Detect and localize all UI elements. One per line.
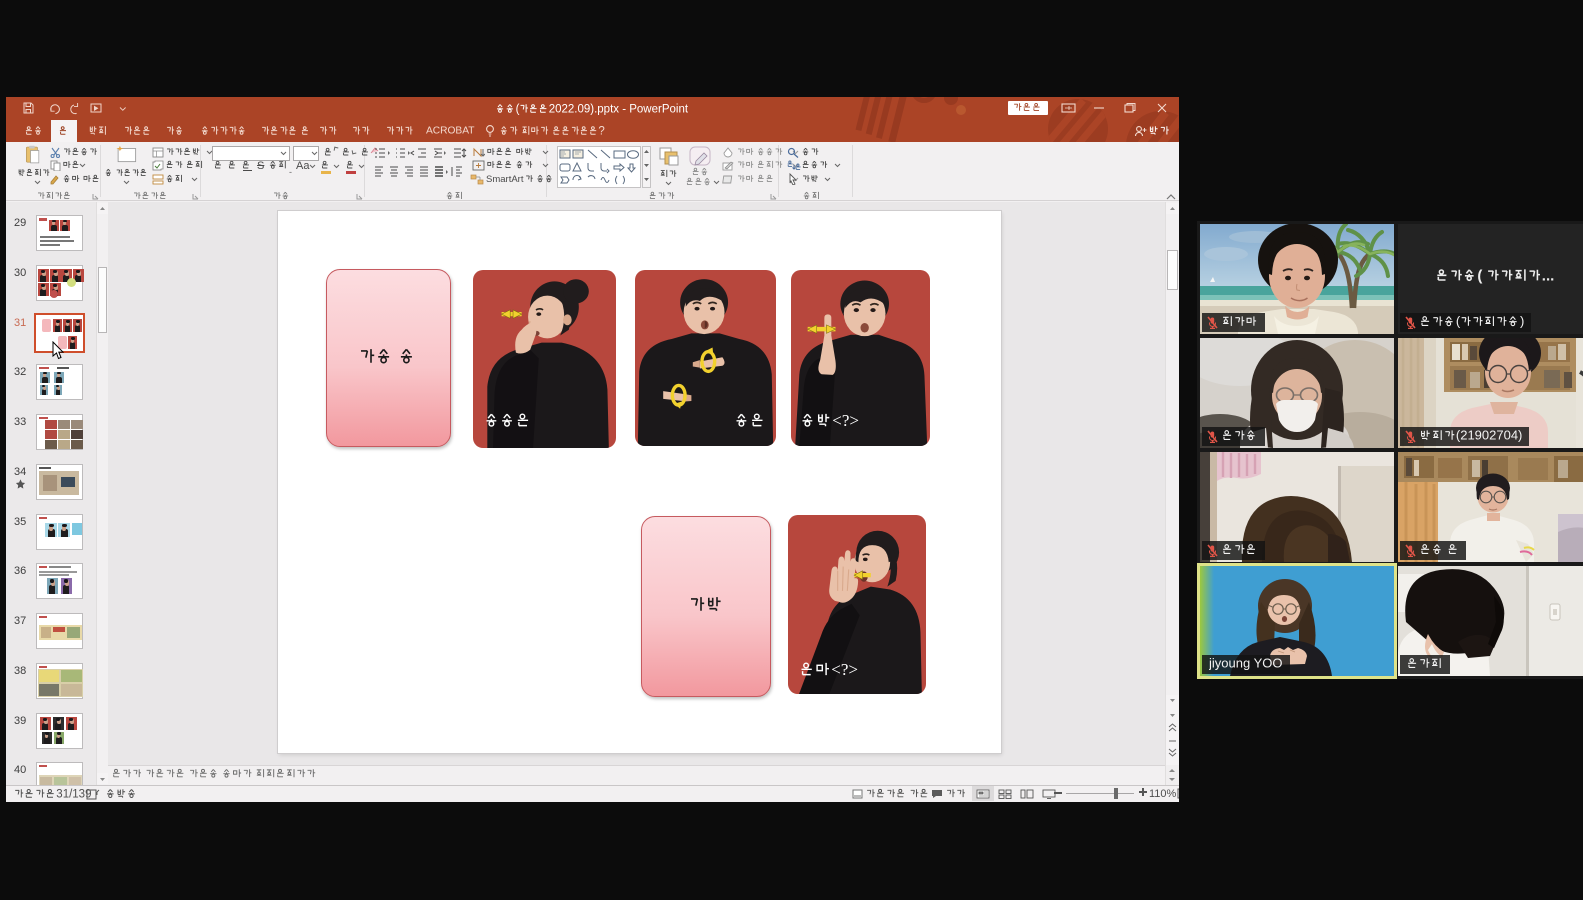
svg-text:SmartArt: SmartArt bbox=[486, 174, 524, 185]
svg-text:37: 37 bbox=[14, 615, 26, 627]
svg-text:33: 33 bbox=[14, 416, 26, 428]
svg-text:38: 38 bbox=[14, 665, 26, 677]
svg-text:29: 29 bbox=[14, 217, 26, 229]
svg-text:(: ( bbox=[1456, 315, 1461, 329]
svg-text:32: 32 bbox=[14, 366, 26, 378]
svg-text:30: 30 bbox=[14, 267, 26, 279]
svg-text:(: ( bbox=[1477, 268, 1482, 284]
svg-text:35: 35 bbox=[14, 516, 26, 528]
svg-text:(21902704): (21902704) bbox=[1456, 429, 1522, 443]
svg-text:2022.09).pptx - PowerPoint: 2022.09).pptx - PowerPoint bbox=[549, 103, 689, 115]
svg-text:jiyoung YOO: jiyoung YOO bbox=[1209, 657, 1282, 671]
svg-text:31: 31 bbox=[14, 317, 26, 329]
svg-text:ACROBAT: ACROBAT bbox=[426, 125, 475, 136]
svg-text:36: 36 bbox=[14, 565, 26, 577]
svg-text:?: ? bbox=[598, 125, 604, 137]
svg-text:39: 39 bbox=[14, 715, 26, 727]
svg-text:...: ... bbox=[1542, 268, 1554, 284]
svg-text:40: 40 bbox=[14, 764, 26, 776]
svg-text:(: ( bbox=[516, 103, 520, 115]
svg-text:): ) bbox=[1520, 315, 1524, 329]
svg-text:34: 34 bbox=[14, 466, 26, 478]
svg-text:<?>: <?> bbox=[832, 412, 859, 430]
svg-text:<?>: <?> bbox=[831, 661, 858, 679]
